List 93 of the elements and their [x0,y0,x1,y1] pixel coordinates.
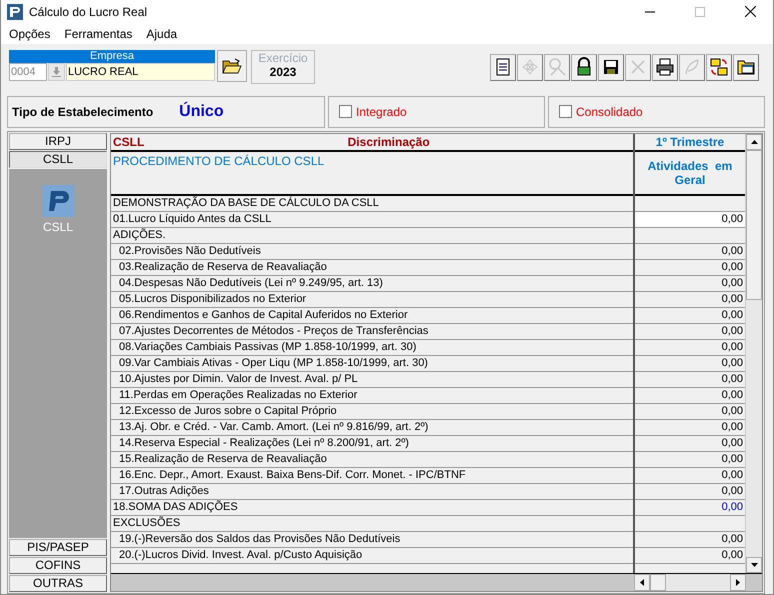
value-cell: 0,00 [722,548,743,561]
table-cell: 15.Realização de Reserva de Reavaliação [111,452,633,468]
value-cell[interactable]: 0,00 [722,212,743,225]
right-arrow-icon[interactable] [736,578,740,586]
table-cell: 16.Enc. Depr., Amort. Exaust. Baixa Bens-Dif. Corr. Monet. - IPC/BTNF [111,468,633,484]
table-cell: 05.Lucros Disponibilizados no Exterior [111,292,633,308]
value-cell: 0,00 [722,340,743,353]
panel-label: CSLL [42,220,74,234]
table-cell: 19.(-)Reversão dos Saldos das Provisões Não Dedutíveis [111,532,633,548]
dropdown-button[interactable] [48,62,65,81]
down-arrow-icon[interactable] [750,562,758,567]
scroll-thumb[interactable] [746,150,762,300]
toolbar-button[interactable] [571,54,597,81]
menu-item[interactable]: Opções [9,26,50,41]
checkbox-label[interactable]: Integrado [356,104,407,119]
table-cell: 11.Perdas em Operações Realizadas no Exterior [111,388,633,404]
toolbar-button[interactable] [598,54,624,81]
value-cell: 0,00 [722,244,743,257]
value-cell: 0,00 [722,468,743,481]
column-header: CSLL [113,134,144,149]
value-cell: 0,00 [722,484,743,497]
scroll-thumb[interactable] [650,574,666,591]
table-cell: 06.Rendimentos e Ganhos de Capital Auferidos no Exterior [111,308,633,324]
vertical-scrollbar[interactable] [745,134,762,573]
value-cell: 0,00 [722,324,743,337]
up-arrow-icon[interactable] [750,140,758,144]
toolbar-button[interactable] [733,54,759,81]
table-cell: 12.Excesso de Juros sobre o Capital Próprio [111,404,633,420]
toolbar-button[interactable] [652,54,678,81]
value-cell: 0,00 [722,388,743,401]
table-cell: 14.Reserva Especial - Realizações (Lei nº 8.200/91, art. 2º) [111,436,633,452]
table-cell: 17.Outras Adições [111,484,633,500]
left-arrow-icon[interactable] [640,578,644,586]
value-cell: 0,00 [722,452,743,465]
table-cell: 07.Ajustes Decorrentes de Métodos - Preços de Transferências [111,324,633,340]
horizontal-scrollbar[interactable] [634,574,746,591]
value-cell: 0,00 [722,356,743,369]
value-cell: 0,00 [722,276,743,289]
checkbox[interactable] [339,105,352,118]
down-arrow-icon [52,66,61,77]
printer-icon [655,57,675,78]
company-code-field[interactable]: 0004 [9,62,47,81]
value-cell: 0,00 [722,308,743,321]
toolbar-button[interactable] [490,54,516,81]
column-header: Discriminação [346,134,431,149]
toolbar-button[interactable] [706,54,732,81]
value-cell: 0,00 [722,420,743,433]
menu-item[interactable]: Ajuda [146,26,178,41]
table-cell: 04.Despesas Não Dedutíveis (Lei nº 9.249/95, art. 13) [111,276,633,292]
magnifier-icon [547,57,567,78]
exercicio-label: Exercício [258,50,308,65]
table-cell: 01.Lucro Líquido Antes da CSLL [111,212,633,228]
table-cell: 02.Provisões Não Dedutíveis [111,244,633,260]
table-cell: 03.Realização de Reserva de Reavaliação [111,260,633,276]
table-cell: 08.Variações Cambiais Passivas (MP 1.858-10/1999, art. 30) [111,340,633,356]
table-cell: 09.Var Cambiais Ativas - Oper Liqu (MP 1.858-10/1999, art. 30) [111,356,633,372]
flower-icon [520,57,540,78]
app-logo-icon [42,184,74,217]
sidebar-tab[interactable]: IRPJ [9,132,107,150]
window-title: Cálculo do Lucro Real [29,4,148,19]
value-cell: 0,00 [722,260,743,273]
value-cell: 0,00 [722,292,743,305]
establishment-label: Tipo de Estabelecimento [12,104,154,119]
sidebar-tab[interactable]: CSLL [9,150,107,168]
sidebar-tab[interactable]: COFINS [9,556,107,574]
folders-icon [709,57,729,78]
exercicio-year: 2023 [270,64,296,79]
value-cell: 0,00 [722,404,743,417]
open-folder-button[interactable] [217,50,247,82]
value-cell: 0,00 [722,532,743,545]
column-subheader: Atividades em Geral [646,158,734,187]
table-cell: 18.SOMA DAS ADIÇÕES [111,500,633,516]
app-logo-icon [7,4,23,20]
table-cell: 10.Ajustes por Dimin. Valor de Invest. Aval. p/ PL [111,372,633,388]
value-cell: 0,00 [722,372,743,385]
empresa-label: Empresa [9,50,215,63]
sidebar-tab[interactable]: PIS/PASEP [9,538,107,556]
value-cell: 0,00 [722,500,743,513]
table-cell: 13.Aj. Obr. e Créd. - Var. Camb. Amort. (Lei nº 9.816/99, art. 2º) [111,420,633,436]
value-cell: 0,00 [722,436,743,449]
procedure-title: PROCEDIMENTO DE CÁLCULO CSLL [113,154,324,168]
company-name-field[interactable]: LUCRO REAL [66,62,215,81]
table-cell: ADIÇÕES. [111,228,633,244]
table-cell: 20.(-)Lucros Divid. Invest. Aval. p/Custo Aquisição [111,548,633,564]
checkbox-label[interactable]: Consolidado [576,104,643,119]
table-cell: EXCLUSÕES [111,516,633,532]
establishment-value: Único [179,102,224,121]
close-icon[interactable] [745,6,756,18]
checkbox[interactable] [559,105,572,118]
table-cell: DEMONSTRAÇÃO DA BASE DE CÁLCULO DA CSLL [111,196,633,212]
folder-icon [222,58,242,74]
sidebar-tab[interactable]: OUTRAS [9,574,107,592]
menu-item[interactable]: Ferramentas [64,26,132,41]
